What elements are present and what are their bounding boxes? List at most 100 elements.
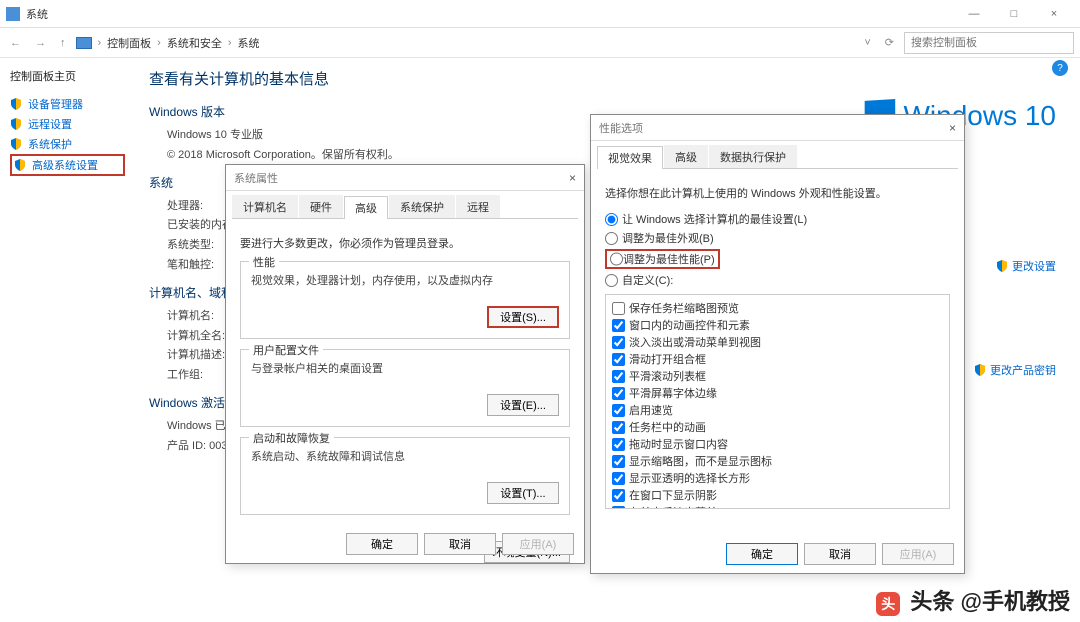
back-button[interactable]: ← — [6, 37, 25, 49]
checkbox-input[interactable] — [612, 421, 625, 434]
tab-computer-name[interactable]: 计算机名 — [232, 195, 298, 218]
dialog-title: 性能选项 — [599, 120, 643, 136]
tab-advanced[interactable]: 高级 — [344, 196, 388, 219]
breadcrumb-item[interactable]: 系统 — [238, 35, 260, 51]
checkbox-row[interactable]: 启用速览 — [612, 402, 943, 418]
watermark-text: 头条 @手机教授 — [910, 589, 1070, 614]
group-desc: 系统启动、系统故障和调试信息 — [251, 448, 559, 464]
radio-option[interactable]: 调整为最佳性能(P) — [605, 249, 950, 269]
up-button[interactable]: ↑ — [56, 37, 70, 49]
checkbox-input[interactable] — [612, 404, 625, 417]
shield-icon — [996, 260, 1008, 272]
perf-note: 选择你想在此计算机上使用的 Windows 外观和性能设置。 — [605, 185, 950, 201]
apply-button[interactable]: 应用(A) — [882, 543, 954, 565]
tab-advanced[interactable]: 高级 — [664, 145, 708, 168]
performance-settings-button[interactable]: 设置(S)... — [487, 306, 559, 328]
radio-input[interactable] — [610, 251, 623, 267]
watermark: 头 头条 @手机教授 — [876, 584, 1070, 616]
checkbox-input[interactable] — [612, 319, 625, 332]
checkbox-input[interactable] — [612, 506, 625, 510]
radio-option[interactable]: 调整为最佳外观(B) — [605, 230, 950, 246]
sidebar-label: 设备管理器 — [28, 96, 83, 112]
change-key-link[interactable]: 更改产品密钥 — [974, 362, 1056, 378]
change-settings-link[interactable]: 更改设置 — [996, 258, 1056, 274]
tabs: 视觉效果 高级 数据执行保护 — [597, 145, 958, 169]
tab-remote[interactable]: 远程 — [456, 195, 500, 218]
checkbox-row[interactable]: 拖动时显示窗口内容 — [612, 436, 943, 452]
sidebar-item-remote[interactable]: 远程设置 — [10, 114, 125, 134]
checkbox-input[interactable] — [612, 370, 625, 383]
breadcrumb-item[interactable]: 控制面板 — [107, 35, 151, 51]
checkbox-row[interactable]: 任务栏中的动画 — [612, 419, 943, 435]
maximize-button[interactable]: □ — [994, 0, 1034, 28]
checkbox-label: 在单击后淡出菜单 — [629, 504, 717, 509]
apply-button[interactable]: 应用(A) — [502, 533, 574, 555]
dialog-performance-options: 性能选项 × 视觉效果 高级 数据执行保护 选择你想在此计算机上使用的 Wind… — [590, 114, 965, 574]
checkbox-row[interactable]: 平滑屏幕字体边缘 — [612, 385, 943, 401]
help-icon[interactable]: ? — [1052, 60, 1068, 76]
sidebar-label: 高级系统设置 — [32, 157, 98, 173]
checkbox-label: 平滑屏幕字体边缘 — [629, 385, 717, 401]
breadcrumb-item[interactable]: 系统和安全 — [167, 35, 222, 51]
search-input[interactable] — [904, 32, 1074, 54]
checkbox-input[interactable] — [612, 302, 625, 315]
checkbox-input[interactable] — [612, 438, 625, 451]
radio-label: 让 Windows 选择计算机的最佳设置(L) — [622, 211, 807, 227]
minimize-button[interactable]: — — [954, 0, 994, 28]
checkbox-list[interactable]: 保存任务栏缩略图预览窗口内的动画控件和元素淡入淡出或滑动菜单到视图滑动打开组合框… — [605, 294, 950, 509]
radio-input[interactable] — [605, 274, 618, 287]
sidebar-item-advanced[interactable]: 高级系统设置 — [10, 154, 125, 176]
shield-icon — [14, 159, 26, 171]
checkbox-row[interactable]: 保存任务栏缩略图预览 — [612, 300, 943, 316]
checkbox-input[interactable] — [612, 472, 625, 485]
checkbox-input[interactable] — [612, 336, 625, 349]
close-icon[interactable]: × — [949, 121, 956, 135]
checkbox-input[interactable] — [612, 387, 625, 400]
location-icon — [76, 37, 92, 49]
window-title: 系统 — [26, 6, 48, 22]
sidebar-home[interactable]: 控制面板主页 — [10, 68, 125, 84]
checkbox-row[interactable]: 显示亚透明的选择长方形 — [612, 470, 943, 486]
recovery-settings-button[interactable]: 设置(T)... — [487, 482, 559, 504]
titlebar: 系统 — □ × — [0, 0, 1080, 28]
dialog-titlebar: 系统属性 × — [226, 165, 584, 191]
sidebar-item-protection[interactable]: 系统保护 — [10, 134, 125, 154]
sidebar-item-device-manager[interactable]: 设备管理器 — [10, 94, 125, 114]
checkbox-row[interactable]: 在单击后淡出菜单 — [612, 504, 943, 509]
tab-dep[interactable]: 数据执行保护 — [709, 145, 797, 168]
checkbox-input[interactable] — [612, 455, 625, 468]
group-performance: 性能 视觉效果，处理器计划，内存使用，以及虚拟内存 设置(S)... — [240, 261, 570, 339]
checkbox-row[interactable]: 在窗口下显示阴影 — [612, 487, 943, 503]
radio-label: 调整为最佳性能(P) — [623, 251, 715, 267]
breadcrumb[interactable]: › 控制面板 › 系统和安全 › 系统 — [98, 35, 855, 51]
tab-hardware[interactable]: 硬件 — [299, 195, 343, 218]
ok-button[interactable]: 确定 — [726, 543, 798, 565]
checkbox-row[interactable]: 滑动打开组合框 — [612, 351, 943, 367]
profile-settings-button[interactable]: 设置(E)... — [487, 394, 559, 416]
checkbox-row[interactable]: 窗口内的动画控件和元素 — [612, 317, 943, 333]
forward-button[interactable]: → — [31, 37, 50, 49]
navbar: ← → ↑ › 控制面板 › 系统和安全 › 系统 ˅ ⟳ — [0, 28, 1080, 58]
checkbox-input[interactable] — [612, 353, 625, 366]
group-desc: 与登录帐户相关的桌面设置 — [251, 360, 559, 376]
dialog-titlebar: 性能选项 × — [591, 115, 964, 141]
cancel-button[interactable]: 取消 — [424, 533, 496, 555]
ok-button[interactable]: 确定 — [346, 533, 418, 555]
close-button[interactable]: × — [1034, 0, 1074, 28]
shield-icon — [974, 364, 986, 376]
close-icon[interactable]: × — [569, 171, 576, 185]
checkbox-row[interactable]: 淡入淡出或滑动菜单到视图 — [612, 334, 943, 350]
checkbox-label: 拖动时显示窗口内容 — [629, 436, 728, 452]
radio-option[interactable]: 让 Windows 选择计算机的最佳设置(L) — [605, 211, 950, 227]
checkbox-input[interactable] — [612, 489, 625, 502]
cancel-button[interactable]: 取消 — [804, 543, 876, 565]
tab-visual[interactable]: 视觉效果 — [597, 146, 663, 169]
refresh-button[interactable]: ⟳ — [881, 36, 898, 49]
checkbox-row[interactable]: 平滑滚动列表框 — [612, 368, 943, 384]
radio-option[interactable]: 自定义(C): — [605, 272, 950, 288]
checkbox-row[interactable]: 显示缩略图，而不是显示图标 — [612, 453, 943, 469]
radio-input[interactable] — [605, 213, 618, 226]
dropdown-chevron-icon[interactable]: ˅ — [860, 37, 874, 49]
tab-protection[interactable]: 系统保护 — [389, 195, 455, 218]
radio-input[interactable] — [605, 232, 618, 245]
